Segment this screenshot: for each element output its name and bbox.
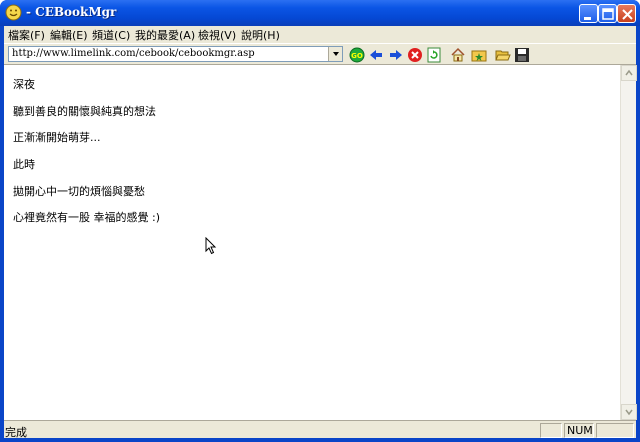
- close-button[interactable]: [617, 4, 636, 23]
- menu-help[interactable]: 說明(H): [241, 27, 280, 43]
- status-text: 完成: [5, 426, 27, 439]
- chevron-down-icon: [625, 409, 633, 416]
- num-lock-label: NUM: [567, 424, 593, 437]
- close-icon: [622, 9, 633, 20]
- forward-icon[interactable]: [388, 47, 404, 63]
- refresh-icon[interactable]: [426, 47, 442, 63]
- document-view[interactable]: 深夜 聽到善良的關懷與純真的想法 正漸漸開始萌芽... 此時 拋開心中一切的煩惱…: [4, 64, 637, 420]
- address-dropdown-button[interactable]: [328, 47, 342, 61]
- svg-text:GO: GO: [351, 52, 363, 60]
- menu-favorites[interactable]: 我的最愛(A): [135, 27, 195, 43]
- back-icon[interactable]: [368, 47, 384, 63]
- text-line: 深夜: [13, 78, 35, 91]
- text-line: 聽到善良的關懷與純真的想法: [13, 105, 156, 118]
- text-line: 心裡竟然有一股 幸福的感覺 :): [13, 211, 160, 224]
- menu-view[interactable]: 檢視(V): [198, 27, 236, 43]
- minimize-icon: [584, 17, 591, 20]
- menu-bar: 檔案(F) 編輯(E) 頻道(C) 我的最愛(A) 檢視(V) 說明(H): [4, 26, 636, 42]
- chevron-up-icon: [625, 69, 633, 76]
- scroll-down-button[interactable]: [621, 404, 637, 420]
- menu-edit[interactable]: 編輯(E): [50, 27, 88, 43]
- go-icon[interactable]: GO: [349, 47, 365, 63]
- mouse-cursor-icon: [205, 237, 217, 255]
- toolbar: http://www.limelink.com/cebook/cebookmgr…: [4, 43, 636, 63]
- title-bar[interactable]: - CEBookMgr: [0, 0, 640, 26]
- window-title: - CEBookMgr: [26, 5, 117, 19]
- minimize-button[interactable]: [579, 4, 598, 23]
- scroll-up-button[interactable]: [621, 65, 637, 81]
- status-panel: [540, 423, 562, 438]
- maximize-icon: [602, 8, 614, 20]
- chevron-down-icon: [333, 52, 339, 56]
- address-input[interactable]: http://www.limelink.com/cebook/cebookmgr…: [12, 48, 255, 59]
- client-area: 檔案(F) 編輯(E) 頻道(C) 我的最愛(A) 檢視(V) 說明(H) ht…: [4, 26, 637, 439]
- num-lock-indicator: NUM: [564, 423, 594, 438]
- text-line: 拋開心中一切的煩惱與憂愁: [13, 185, 145, 198]
- text-line: 正漸漸開始萌芽...: [13, 131, 101, 144]
- open-icon[interactable]: [495, 47, 511, 63]
- stop-icon[interactable]: [407, 47, 423, 63]
- vertical-scrollbar[interactable]: [620, 65, 637, 420]
- home-icon[interactable]: [450, 47, 466, 63]
- status-bar: 完成 NUM: [4, 420, 636, 439]
- favorites-icon[interactable]: [471, 47, 487, 63]
- app-icon: [5, 4, 22, 21]
- maximize-button[interactable]: [598, 4, 617, 23]
- address-combobox[interactable]: http://www.limelink.com/cebook/cebookmgr…: [8, 46, 343, 62]
- text-line: 此時: [13, 158, 35, 171]
- menu-channels[interactable]: 頻道(C): [92, 27, 130, 43]
- app-window: - CEBookMgr 檔案(F) 編輯(E) 頻道(C) 我的最愛(A) 檢視…: [0, 0, 640, 442]
- status-panel: [596, 423, 634, 438]
- save-icon[interactable]: [514, 47, 530, 63]
- menu-file[interactable]: 檔案(F): [8, 27, 45, 43]
